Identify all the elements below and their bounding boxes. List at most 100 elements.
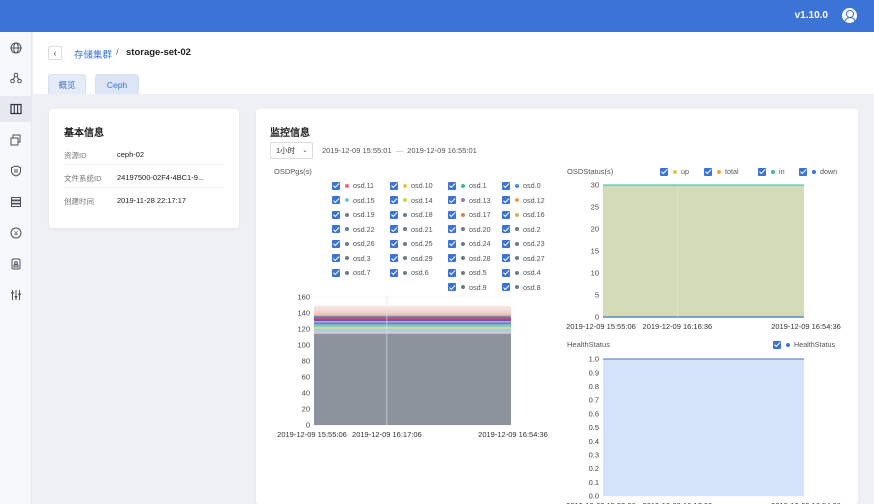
legend-checkbox[interactable] xyxy=(332,225,340,233)
legend-checkbox[interactable] xyxy=(502,268,510,277)
legend-item-osd-2[interactable]: osd.2 xyxy=(502,225,541,234)
legend-item-osd-29[interactable]: osd.29 xyxy=(390,254,433,263)
legend-item-osd-12[interactable]: osd.12 xyxy=(502,196,545,205)
database-icon[interactable] xyxy=(0,189,32,215)
y-tick-label: 0.2 xyxy=(589,464,599,473)
legend-checkbox[interactable] xyxy=(448,254,456,262)
nodes-icon[interactable] xyxy=(0,65,32,91)
legend-checkbox[interactable] xyxy=(502,225,510,233)
legend-label: osd.27 xyxy=(523,253,545,263)
legend-checkbox[interactable] xyxy=(448,210,456,219)
back-button[interactable]: ‹ xyxy=(48,46,62,60)
legend-checkbox[interactable] xyxy=(704,167,712,176)
legend-item-osd-24[interactable]: osd.24 xyxy=(448,239,491,248)
y-tick-label: 0.7 xyxy=(589,396,599,405)
legend-checkbox[interactable] xyxy=(502,254,510,262)
legend-checkbox[interactable] xyxy=(448,268,456,277)
legend-checkbox[interactable] xyxy=(660,167,668,176)
y-tick-label: 160 xyxy=(297,293,310,302)
legend-item-osd-11[interactable]: osd.11 xyxy=(332,181,374,190)
y-tick-label: 0.0 xyxy=(589,492,599,501)
legend-checkbox[interactable] xyxy=(390,239,398,248)
legend-dot-icon xyxy=(515,241,519,246)
legend-checkbox[interactable] xyxy=(758,167,766,176)
legend-item-down[interactable]: down xyxy=(799,167,837,176)
legend-item-osd-22[interactable]: osd.22 xyxy=(332,225,375,234)
info-row-fsid: 文件系统ID 24197500-02F4-4BC1-9... xyxy=(64,165,224,188)
legend-checkbox[interactable] xyxy=(332,181,340,190)
legend-item-osd-10[interactable]: osd.10 xyxy=(390,181,433,190)
legend-item-osd-15[interactable]: osd.15 xyxy=(332,196,375,205)
legend-checkbox[interactable] xyxy=(332,268,340,277)
legend-checkbox[interactable] xyxy=(390,225,398,233)
legend-item-osd-21[interactable]: osd.21 xyxy=(390,225,433,234)
globe-icon[interactable] xyxy=(0,35,32,61)
info-row-created: 创建时间 2019-11-28 22:17:17 xyxy=(64,188,224,211)
legend-checkbox[interactable] xyxy=(390,196,398,204)
breadcrumb-parent-link[interactable]: 存储集群 xyxy=(74,47,112,61)
legend-checkbox[interactable] xyxy=(502,210,510,219)
legend-label: osd.4 xyxy=(523,268,541,277)
legend-item-osd-7[interactable]: osd.7 xyxy=(332,268,371,277)
sliders-icon[interactable] xyxy=(0,282,32,308)
legend-item-osd-0[interactable]: osd.0 xyxy=(502,181,541,190)
ceph-icon[interactable]: ¥ xyxy=(0,220,32,246)
tab-overview[interactable]: 概览 xyxy=(48,74,86,94)
legend-item-osd-16[interactable]: osd.16 xyxy=(502,210,545,219)
legend-item-osd-5[interactable]: osd.5 xyxy=(448,268,487,277)
storage-icon[interactable] xyxy=(0,96,32,122)
shield-icon[interactable] xyxy=(0,158,32,184)
legend-item-osd-14[interactable]: osd.14 xyxy=(390,196,433,205)
legend-dot-icon xyxy=(345,183,349,188)
legend-checkbox[interactable] xyxy=(332,239,340,248)
lock-icon[interactable] xyxy=(0,251,32,277)
legend-checkbox[interactable] xyxy=(448,196,456,204)
legend-item-in[interactable]: in xyxy=(758,167,785,176)
legend-item-osd-1[interactable]: osd.1 xyxy=(448,181,487,190)
legend-item-osd-27[interactable]: osd.27 xyxy=(502,254,545,263)
legend-dot-icon xyxy=(515,212,519,217)
legend-item-osd-13[interactable]: osd.13 xyxy=(448,196,491,205)
legend-label: in xyxy=(779,167,785,176)
legend-checkbox[interactable] xyxy=(502,196,510,204)
user-avatar-icon[interactable] xyxy=(842,8,857,23)
legend-checkbox[interactable] xyxy=(448,181,456,190)
legend-dot-icon xyxy=(673,169,677,174)
legend-dot-icon xyxy=(403,241,407,246)
legend-checkbox[interactable] xyxy=(502,239,510,248)
legend-item-up[interactable]: up xyxy=(660,167,689,176)
legend-item-osd-3[interactable]: osd.3 xyxy=(332,254,371,263)
legend-checkbox[interactable] xyxy=(332,210,340,219)
legend-checkbox[interactable] xyxy=(390,268,398,277)
legend-item-osd-26[interactable]: osd.26 xyxy=(332,239,375,248)
legend-checkbox[interactable] xyxy=(332,254,340,262)
tab-ceph[interactable]: Ceph xyxy=(95,74,139,94)
legend-checkbox[interactable] xyxy=(448,239,456,248)
legend-checkbox[interactable] xyxy=(390,254,398,262)
legend-item-osd-23[interactable]: osd.23 xyxy=(502,239,545,248)
legend-checkbox[interactable] xyxy=(773,340,781,349)
legend-item-osd-18[interactable]: osd.18 xyxy=(390,210,433,219)
legend-checkbox[interactable] xyxy=(799,167,807,176)
legend-item-osd-19[interactable]: osd.19 xyxy=(332,210,375,219)
legend-checkbox[interactable] xyxy=(390,181,398,190)
legend-item-osd-4[interactable]: osd.4 xyxy=(502,268,541,277)
legend-item-osd-28[interactable]: osd.28 xyxy=(448,254,491,263)
legend-checkbox[interactable] xyxy=(502,181,510,190)
bucket-icon[interactable] xyxy=(0,127,32,153)
y-tick-label: 10 xyxy=(591,269,599,278)
time-range-select[interactable]: 1小时 ⌄ xyxy=(270,142,313,159)
legend-item-HealthStatus[interactable]: HealthStatus xyxy=(773,340,835,349)
legend-item-osd-6[interactable]: osd.6 xyxy=(390,268,429,277)
legend-item-osd-17[interactable]: osd.17 xyxy=(448,210,491,219)
legend-item-total[interactable]: total xyxy=(704,167,739,176)
legend-label: osd.28 xyxy=(469,253,491,263)
legend-checkbox[interactable] xyxy=(332,196,340,204)
legend-item-osd-20[interactable]: osd.20 xyxy=(448,225,491,234)
legend-label: osd.11 xyxy=(353,181,375,190)
legend-item-osd-25[interactable]: osd.25 xyxy=(390,239,433,248)
info-value: 2019-11-28 22:17:17 xyxy=(117,196,187,205)
legend-checkbox[interactable] xyxy=(448,225,456,233)
legend-checkbox[interactable] xyxy=(390,210,398,219)
y-tick-label: 0.9 xyxy=(589,368,599,377)
